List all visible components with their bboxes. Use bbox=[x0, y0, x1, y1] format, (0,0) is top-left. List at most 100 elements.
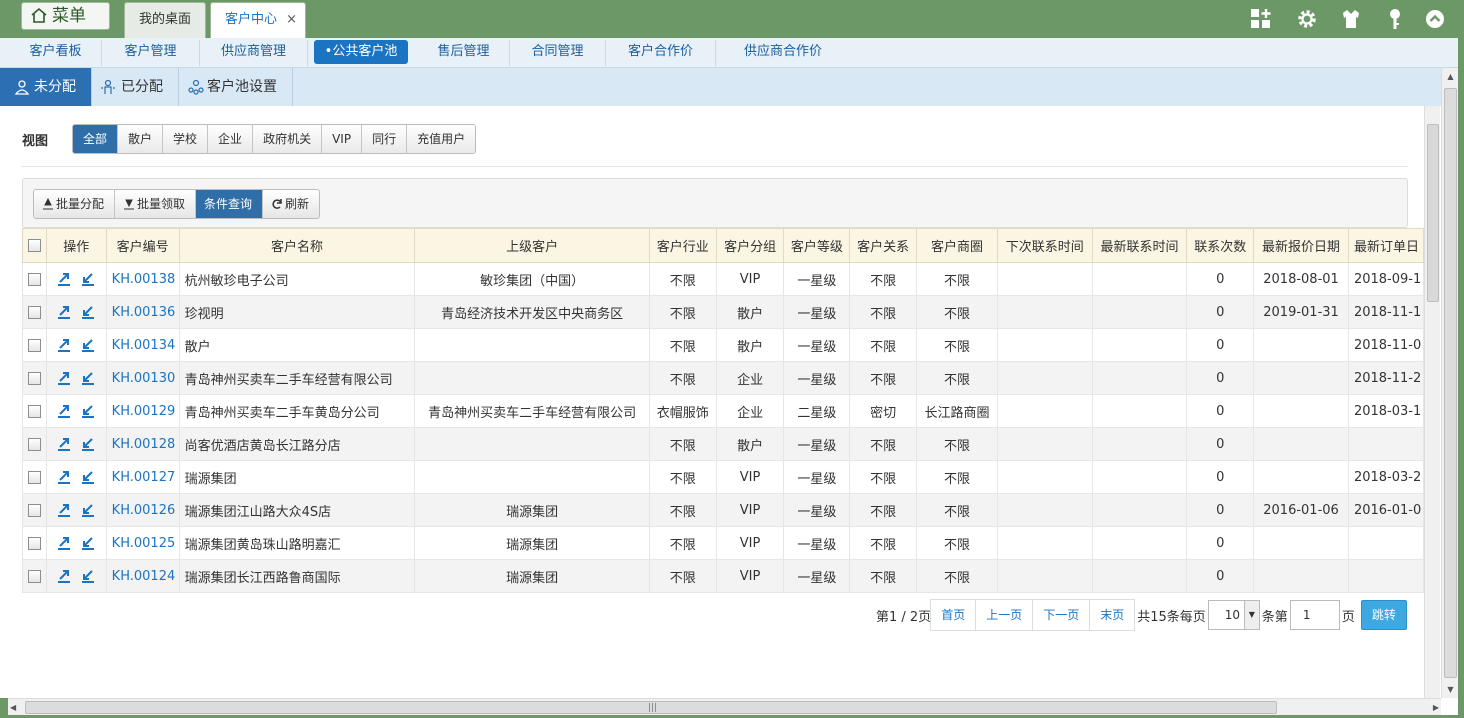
subtab-unassigned[interactable]: 未分配 bbox=[0, 68, 92, 106]
scrollbar-thumb[interactable] bbox=[1427, 124, 1439, 302]
inner-scrollbar[interactable] bbox=[1424, 106, 1440, 698]
batch-assign-button[interactable]: 批量分配 bbox=[34, 190, 116, 218]
col-relation[interactable]: 客户关系 bbox=[849, 228, 918, 263]
first-page-button[interactable]: 首页 bbox=[930, 599, 977, 631]
row-checkbox[interactable] bbox=[22, 526, 47, 560]
cell-code[interactable]: KH.00129 bbox=[105, 394, 180, 428]
col-last-contact[interactable]: 最新联系时间 bbox=[1091, 228, 1188, 263]
page-size-select[interactable]: 10 ▼ bbox=[1207, 600, 1260, 630]
claim-icon[interactable] bbox=[81, 503, 95, 517]
cell-code[interactable]: KH.00124 bbox=[105, 559, 180, 593]
refresh-button[interactable]: 刷新 bbox=[263, 190, 320, 218]
row-checkbox[interactable] bbox=[22, 394, 47, 428]
row-checkbox[interactable] bbox=[22, 460, 47, 494]
view-retail[interactable]: 散户 bbox=[118, 125, 164, 153]
claim-icon[interactable] bbox=[81, 470, 95, 484]
table-row[interactable]: KH.00126 瑞源集团江山路大众4S店 瑞源集团 不限 VIP 一星级 不限 不限 0 201… bbox=[22, 493, 1424, 527]
table-row[interactable]: KH.00136 珍视明 青岛经济技术开发区中央商务区 不限 散户 一星级 不限 不限 0 201… bbox=[22, 295, 1424, 329]
view-all[interactable]: 全部 bbox=[73, 125, 119, 153]
col-code[interactable]: 客户编号 bbox=[105, 228, 180, 263]
tab-customer-center[interactable]: 客户中心 × bbox=[210, 2, 306, 38]
assign-icon[interactable] bbox=[57, 404, 71, 418]
page-number-input[interactable]: 1 bbox=[1289, 600, 1340, 630]
scroll-down-icon[interactable]: ▼ bbox=[1442, 681, 1459, 698]
go-button[interactable]: 跳转 bbox=[1360, 600, 1407, 630]
horizontal-scrollbar[interactable]: ◀ ||| ▶ bbox=[8, 698, 1441, 715]
view-school[interactable]: 学校 bbox=[163, 125, 209, 153]
assign-icon[interactable] bbox=[57, 305, 71, 319]
last-page-button[interactable]: 末页 bbox=[1089, 599, 1136, 631]
claim-icon[interactable] bbox=[81, 569, 95, 583]
prev-page-button[interactable]: 上一页 bbox=[975, 599, 1034, 631]
row-checkbox[interactable] bbox=[22, 559, 47, 593]
condition-query-button[interactable]: 条件查询 bbox=[196, 190, 264, 218]
nav-supplier-price[interactable]: 供应商合作价 bbox=[716, 40, 850, 66]
row-checkbox[interactable] bbox=[22, 262, 47, 296]
subtab-assigned[interactable]: 已分配 bbox=[92, 68, 179, 106]
table-row[interactable]: KH.00124 瑞源集团长江西路鲁商国际 瑞源集团 不限 VIP 一星级 不限 不限 0 bbox=[22, 559, 1424, 593]
view-vip[interactable]: VIP bbox=[322, 125, 363, 153]
table-row[interactable]: KH.00128 尚客优酒店黄岛长江路分店 不限 散户 一星级 不限 不限 0 bbox=[22, 427, 1424, 461]
assign-icon[interactable] bbox=[57, 437, 71, 451]
cell-code[interactable]: KH.00127 bbox=[105, 460, 180, 494]
scroll-left-icon[interactable]: ◀ bbox=[10, 699, 16, 716]
claim-icon[interactable] bbox=[81, 536, 95, 550]
table-row[interactable]: KH.00134 散户 不限 散户 一星级 不限 不限 0 2018-11-0 bbox=[22, 328, 1424, 362]
scroll-up-icon[interactable]: ▲ bbox=[1442, 68, 1459, 85]
subtab-pool-settings[interactable]: 客户池设置 bbox=[179, 68, 293, 106]
cell-code[interactable]: KH.00134 bbox=[105, 328, 180, 362]
col-order-date[interactable]: 最新订单日 bbox=[1347, 228, 1424, 263]
col-parent[interactable]: 上级客户 bbox=[414, 228, 650, 263]
tab-my-desktop[interactable]: 我的桌面 bbox=[124, 2, 206, 38]
cell-code[interactable]: KH.00138 bbox=[105, 262, 180, 296]
assign-icon[interactable] bbox=[57, 338, 71, 352]
settings-icon[interactable] bbox=[1296, 8, 1318, 30]
view-recharge[interactable]: 充值用户 bbox=[407, 125, 476, 153]
col-circle[interactable]: 客户商圈 bbox=[916, 228, 998, 263]
view-government[interactable]: 政府机关 bbox=[253, 125, 323, 153]
nav-customer-price[interactable]: 客户合作价 bbox=[606, 40, 716, 66]
col-industry[interactable]: 客户行业 bbox=[648, 228, 717, 263]
col-level[interactable]: 客户等级 bbox=[783, 228, 851, 263]
scrollbar-thumb[interactable]: ||| bbox=[25, 701, 1277, 714]
view-enterprise[interactable]: 企业 bbox=[208, 125, 254, 153]
vertical-scrollbar[interactable]: ▲ ▼ bbox=[1441, 68, 1458, 698]
assign-icon[interactable] bbox=[57, 536, 71, 550]
claim-icon[interactable] bbox=[81, 305, 95, 319]
row-checkbox[interactable] bbox=[22, 493, 47, 527]
batch-claim-button[interactable]: 批量领取 bbox=[115, 190, 197, 218]
claim-icon[interactable] bbox=[81, 404, 95, 418]
nav-contract[interactable]: 合同管理 bbox=[510, 40, 606, 66]
table-row[interactable]: KH.00138 杭州敏珍电子公司 敏珍集团（中国） 不限 VIP 一星级 不限 不限 0 201… bbox=[22, 262, 1424, 296]
col-name[interactable]: 客户名称 bbox=[178, 228, 416, 263]
scrollbar-thumb[interactable] bbox=[1444, 88, 1457, 678]
table-row[interactable]: KH.00127 瑞源集团 不限 VIP 一星级 不限 不限 0 2018-03-2 bbox=[22, 460, 1424, 494]
menu-button[interactable]: 菜单 bbox=[21, 2, 110, 30]
cell-code[interactable]: KH.00136 bbox=[105, 295, 180, 329]
claim-icon[interactable] bbox=[81, 338, 95, 352]
view-peer[interactable]: 同行 bbox=[362, 125, 408, 153]
next-page-button[interactable]: 下一页 bbox=[1032, 599, 1091, 631]
nav-public-pool[interactable]: •公共客户池 bbox=[314, 40, 408, 64]
row-checkbox[interactable] bbox=[22, 361, 47, 395]
row-checkbox[interactable] bbox=[22, 427, 47, 461]
assign-icon[interactable] bbox=[57, 470, 71, 484]
table-row[interactable]: KH.00129 青岛神州买卖车二手车黄岛分公司 青岛神州买卖车二手车经营有限公司衣… bbox=[22, 394, 1424, 428]
claim-icon[interactable] bbox=[81, 437, 95, 451]
key-icon[interactable] bbox=[1384, 8, 1406, 30]
cell-code[interactable]: KH.00126 bbox=[105, 493, 180, 527]
assign-icon[interactable] bbox=[57, 371, 71, 385]
col-group[interactable]: 客户分组 bbox=[715, 228, 785, 263]
table-row[interactable]: KH.00125 瑞源集团黄岛珠山路明嘉汇 瑞源集团 不限 VIP 一星级 不限 不限 0 bbox=[22, 526, 1424, 560]
scroll-right-icon[interactable]: ▶ bbox=[1433, 699, 1439, 716]
col-next-contact[interactable]: 下次联系时间 bbox=[996, 228, 1093, 263]
assign-icon[interactable] bbox=[57, 569, 71, 583]
select-all-checkbox[interactable] bbox=[22, 228, 47, 263]
close-icon[interactable]: × bbox=[286, 3, 297, 37]
table-row[interactable]: KH.00130 青岛神州买卖车二手车经营有限公司 不限 企业 一星级 不限 不限 0 2018… bbox=[22, 361, 1424, 395]
cell-code[interactable]: KH.00128 bbox=[105, 427, 180, 461]
assign-icon[interactable] bbox=[57, 503, 71, 517]
row-checkbox[interactable] bbox=[22, 295, 47, 329]
nav-after-sales[interactable]: 售后管理 bbox=[418, 40, 510, 66]
col-contact-count[interactable]: 联系次数 bbox=[1186, 228, 1255, 263]
